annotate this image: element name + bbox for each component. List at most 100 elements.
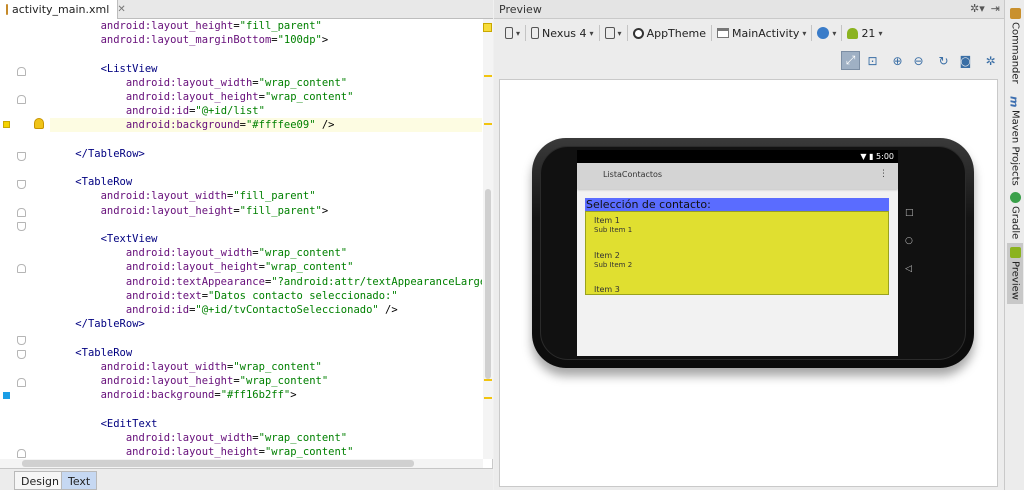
code-line[interactable]: <TextView [50,232,482,246]
code-line[interactable]: android:layout_marginBottom="100dp"> [50,33,482,47]
tab-text[interactable]: Text [61,471,98,490]
code-line[interactable]: <ListView [50,62,482,76]
code-line[interactable]: android:layout_width="wrap_content" [50,431,482,445]
zoom-in-button[interactable]: ⊕ [888,51,907,70]
fold-end-icon[interactable] [17,67,26,76]
xml-val-token: "fill_parent" [239,20,322,32]
tool-window-gradle[interactable]: Gradle [1007,192,1023,239]
tab-design[interactable]: Design [14,471,66,490]
tool-window-preview[interactable]: Preview [1007,243,1023,304]
code-line[interactable]: <TableRow [50,175,482,189]
config-selector-button[interactable]: ▾ [500,22,525,44]
code-line[interactable]: android:background="#ffffee09" /> [50,118,482,133]
code-line[interactable]: android:layout_width="fill_parent" [50,189,482,203]
xml-pun-token: /> [378,304,398,316]
vertical-scrollbar[interactable] [483,19,493,459]
inspection-status-icon[interactable] [483,23,492,32]
fold-start-icon[interactable] [17,264,26,273]
xml-pun-token [50,20,101,32]
editor-gutter [0,19,50,459]
device-selector[interactable]: Nexus 4 ▾ [526,22,599,44]
list-item: Item 3 [594,285,620,294]
zoom-actual-size-button[interactable]: ⊡ [863,51,882,70]
fold-start-icon[interactable] [17,208,26,217]
xml-val-token: "Datos contacto seleccionado:" [208,289,398,302]
scrollbar-thumb[interactable] [22,460,414,467]
tool-window-maven[interactable]: m Maven Projects [1007,96,1023,186]
file-tab-activity-main[interactable]: activity_main.xml ✕ [0,0,126,19]
tool-window-commander[interactable]: Commander [1007,8,1023,84]
code-line[interactable]: android:layout_height="wrap_content" [50,374,482,388]
xml-pun-token [50,247,126,259]
xml-pun-token [50,347,75,359]
code-line[interactable]: android:layout_height="wrap_content" [50,260,482,274]
code-line[interactable]: android:layout_width="wrap_content" [50,360,482,374]
code-line[interactable] [50,331,482,345]
warning-stripe[interactable] [484,123,492,125]
locale-selector[interactable]: ▾ [812,22,841,44]
code-area[interactable]: android:layout_height="fill_parent" andr… [50,19,482,459]
activity-selector[interactable]: MainActivity ▾ [712,22,811,44]
orientation-selector[interactable]: ▾ [600,22,627,44]
warning-stripe[interactable] [484,379,492,381]
settings-gear-icon[interactable]: ✲ [981,51,1000,70]
code-line[interactable]: <TableRow [50,346,482,360]
code-line[interactable] [50,47,482,61]
api-level-selector[interactable]: 21 ▾ [842,22,887,44]
zoom-fit-button[interactable]: ⤢ [841,51,860,70]
hide-panel-icon[interactable]: ⇥ [991,2,1000,15]
xml-attr-token: android:id [125,304,190,316]
home-icon: ○ [905,236,913,246]
code-line[interactable]: </TableRow> [50,317,482,331]
code-line[interactable]: android:layout_height="wrap_content" [50,445,482,459]
fold-end-icon[interactable] [17,350,26,359]
code-line[interactable]: android:background="#ff16b2ff"> [50,388,482,402]
xml-val-token: "wrap_content" [258,76,348,89]
xml-pun-token [50,389,101,401]
device-screen: ▼ ▮ 5:00 ListaContactos ⋮ Selección de c… [577,150,898,356]
code-line[interactable]: android:layout_height="wrap_content" [50,90,482,104]
lightbulb-icon[interactable] [34,118,44,129]
theme-selector[interactable]: AppTheme [628,22,711,44]
scrollbar-thumb[interactable] [485,189,491,379]
horizontal-scrollbar[interactable] [0,459,483,468]
code-line[interactable]: <EditText [50,417,482,431]
fold-end-icon[interactable] [17,336,26,345]
back-icon: ◁ [905,264,912,274]
close-icon[interactable]: ✕ [117,4,125,15]
warning-stripe[interactable] [484,397,492,399]
code-line[interactable] [50,133,482,147]
code-line[interactable]: android:text="Datos contacto seleccionad… [50,289,482,303]
xml-val-token: "#ff16b2ff" [220,389,291,402]
code-line[interactable]: </TableRow> [50,147,482,161]
code-line[interactable]: android:layout_height="fill_parent"> [50,204,482,218]
fold-start-icon[interactable] [17,378,26,387]
code-line[interactable] [50,218,482,232]
wifi-icon: ▼ [860,152,867,161]
list-item-subtitle: Sub Item 1 [594,226,633,234]
code-line[interactable]: android:layout_height="fill_parent" [50,19,482,33]
screenshot-button[interactable]: ◙ [956,51,975,70]
android-preview-icon [1009,247,1021,258]
fold-start-icon[interactable] [17,95,26,104]
warning-stripe[interactable] [484,75,492,77]
fold-end-icon[interactable] [17,180,26,189]
action-bar: ListaContactos ⋮ [577,163,898,189]
settings-gear-icon[interactable]: ✲▾ [970,2,985,15]
code-line[interactable]: android:layout_width="wrap_content" [50,246,482,260]
xml-tag-token: <TableRow [75,176,133,189]
xml-pun-token [50,119,126,131]
fold-end-icon[interactable] [17,152,26,161]
code-line[interactable] [50,402,482,416]
zoom-out-button[interactable]: ⊖ [909,51,928,70]
code-line[interactable]: android:textAppearance="?android:attr/te… [50,275,482,289]
xml-pun-token [50,361,101,373]
code-line[interactable]: android:layout_width="wrap_content" [50,76,482,90]
refresh-button[interactable]: ↻ [934,51,953,70]
code-line[interactable]: android:id="@+id/list" [50,104,482,118]
xml-val-token: "wrap_content" [239,375,329,387]
code-line[interactable]: android:id="@+id/tvContactoSeleccionado"… [50,303,482,317]
fold-end-icon[interactable] [17,222,26,231]
code-line[interactable] [50,161,482,175]
fold-start-icon[interactable] [17,449,26,458]
